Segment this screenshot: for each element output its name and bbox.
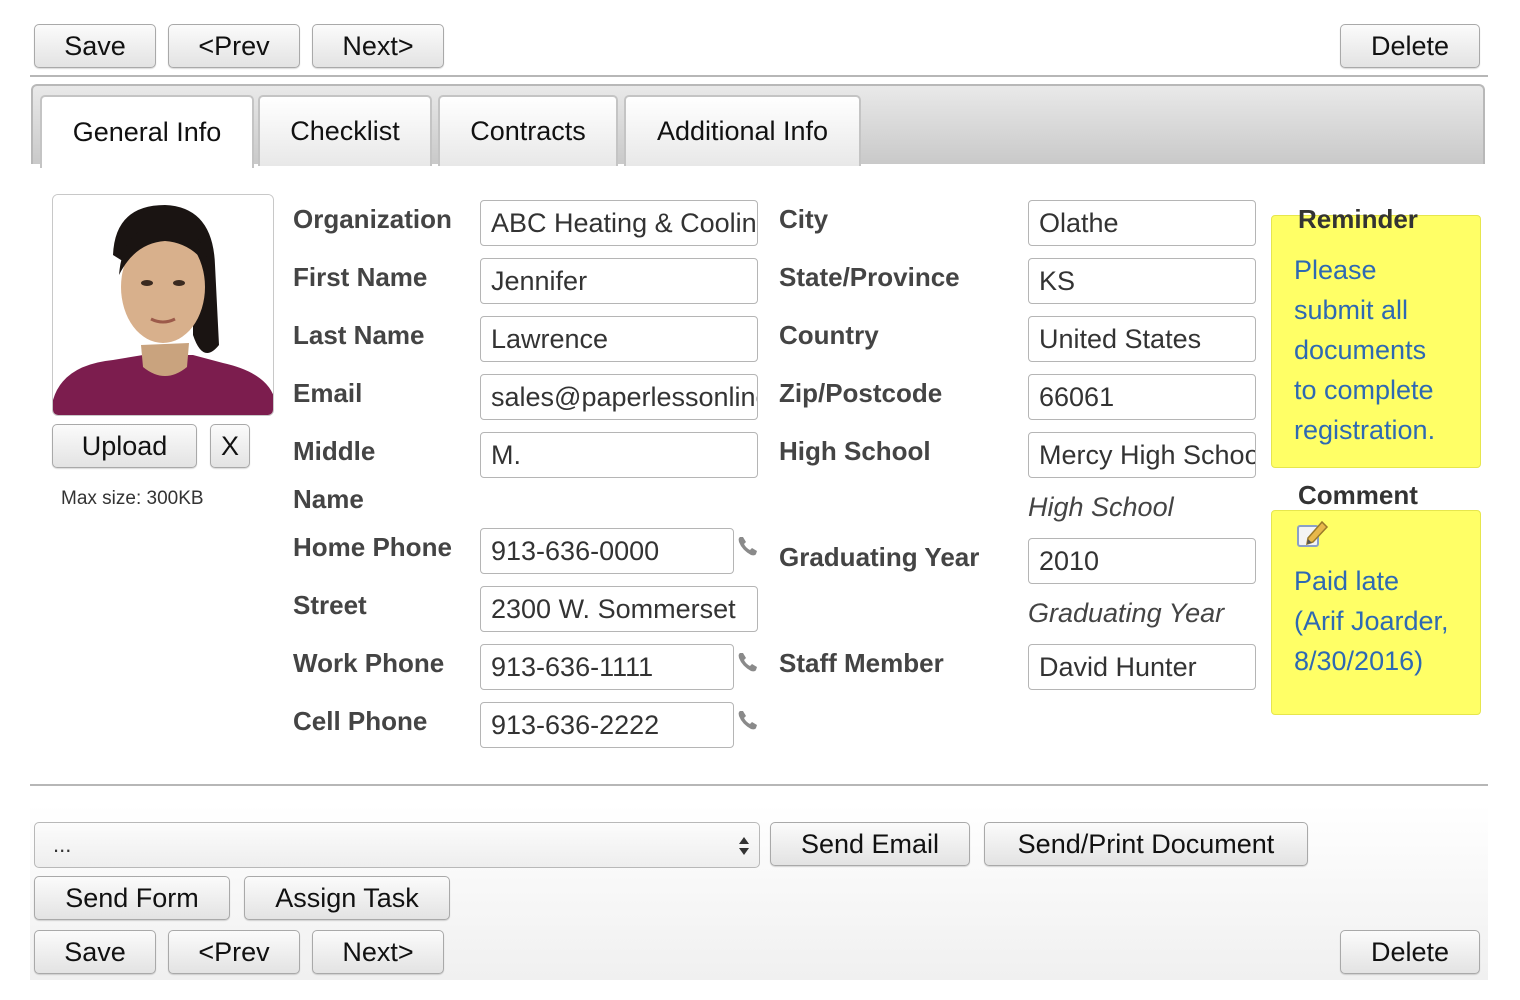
tab-general-info[interactable]: General Info	[40, 95, 254, 168]
last-name-label: Last Name	[293, 320, 425, 350]
remove-photo-button[interactable]: X	[210, 424, 250, 468]
assign-task-button[interactable]: Assign Task	[244, 876, 450, 920]
first-name-input[interactable]: Jennifer	[480, 258, 758, 304]
first-name-label: First Name	[293, 262, 428, 292]
organization-input[interactable]: ABC Heating & Cooling	[480, 200, 758, 246]
zip-postcode-input[interactable]: 66061	[1028, 374, 1256, 420]
last-name-input[interactable]: Lawrence	[480, 316, 758, 362]
delete-button-top[interactable]: Delete	[1340, 24, 1480, 68]
city-input[interactable]: Olathe	[1028, 200, 1256, 246]
tab-contracts[interactable]: Contracts	[438, 95, 618, 166]
cell-phone-input[interactable]: 913-636-2222	[480, 702, 734, 748]
reminder-line: to complete	[1294, 375, 1434, 405]
comment-line: 8/30/2016)	[1294, 646, 1424, 676]
upload-button[interactable]: Upload	[52, 424, 197, 468]
max-size-note: Max size: 300KB	[61, 488, 204, 509]
high-school-hint: High School	[1028, 492, 1174, 522]
send-email-button[interactable]: Send Email	[770, 822, 970, 866]
comment-line: (Arif Joarder,	[1294, 606, 1449, 636]
delete-button-bottom[interactable]: Delete	[1340, 930, 1480, 974]
high-school-input[interactable]: Mercy High School	[1028, 432, 1256, 478]
email-label: Email	[293, 378, 363, 408]
document-select[interactable]: ...	[34, 822, 760, 868]
section-divider	[30, 784, 1488, 786]
organization-label: Organization	[293, 204, 452, 234]
comment-title: Comment	[1298, 480, 1418, 510]
phone-icon-home[interactable]	[736, 534, 760, 558]
send-form-button[interactable]: Send Form	[34, 876, 230, 920]
tab-bar: General Info Checklist Contracts Additio…	[31, 84, 1485, 168]
graduating-year-input[interactable]: 2010	[1028, 538, 1256, 584]
document-select-value: ...	[53, 832, 72, 857]
work-phone-label: Work Phone	[293, 648, 445, 678]
comment-line: Paid late	[1294, 566, 1400, 596]
next-button-bottom[interactable]: Next>	[312, 930, 444, 974]
state-province-label: State/Province	[779, 262, 960, 292]
prev-button-top[interactable]: <Prev	[168, 24, 300, 68]
phone-icon-work[interactable]	[736, 650, 760, 674]
city-label: City	[779, 204, 829, 234]
reminder-line: documents	[1294, 335, 1427, 365]
next-button-top[interactable]: Next>	[312, 24, 444, 68]
prev-button-bottom[interactable]: <Prev	[168, 930, 300, 974]
middle-name-label-2: Name	[293, 484, 364, 514]
middle-name-input[interactable]: M.	[480, 432, 758, 478]
toolbar-divider	[30, 75, 1488, 77]
street-input[interactable]: 2300 W. Sommerset	[480, 586, 758, 632]
phone-icon-cell[interactable]	[736, 708, 760, 732]
tab-additional-info[interactable]: Additional Info	[624, 95, 861, 166]
reminder-box: Please submit all documents to complete …	[1271, 215, 1481, 468]
country-input[interactable]: United States	[1028, 316, 1256, 362]
profile-photo	[52, 194, 274, 416]
graduating-year-hint: Graduating Year	[1028, 598, 1225, 628]
work-phone-input[interactable]: 913-636-1111	[480, 644, 734, 690]
staff-member-label: Staff Member	[779, 648, 944, 678]
country-label: Country	[779, 320, 879, 350]
home-phone-label: Home Phone	[293, 532, 452, 562]
reminder-line: submit all	[1294, 295, 1409, 325]
send-print-document-button[interactable]: Send/Print Document	[984, 822, 1308, 866]
cell-phone-label: Cell Phone	[293, 706, 428, 736]
state-province-input[interactable]: KS	[1028, 258, 1256, 304]
staff-member-input[interactable]: David Hunter	[1028, 644, 1256, 690]
reminder-title: Reminder	[1298, 204, 1418, 234]
home-phone-input[interactable]: 913-636-0000	[480, 528, 734, 574]
middle-name-label-1: Middle	[293, 436, 376, 466]
reminder-line: Please	[1294, 255, 1377, 285]
street-label: Street	[293, 590, 367, 620]
save-button-bottom[interactable]: Save	[34, 930, 156, 974]
tab-checklist[interactable]: Checklist	[258, 95, 432, 166]
graduating-year-label: Graduating Year	[779, 542, 980, 572]
edit-comment-icon[interactable]	[1296, 518, 1330, 550]
select-arrows-icon	[739, 837, 749, 855]
high-school-label: High School	[779, 436, 931, 466]
zip-postcode-label: Zip/Postcode	[779, 378, 943, 408]
reminder-line: registration.	[1294, 415, 1436, 445]
save-button-top[interactable]: Save	[34, 24, 156, 68]
email-input[interactable]: sales@paperlessonline.com	[480, 374, 758, 420]
